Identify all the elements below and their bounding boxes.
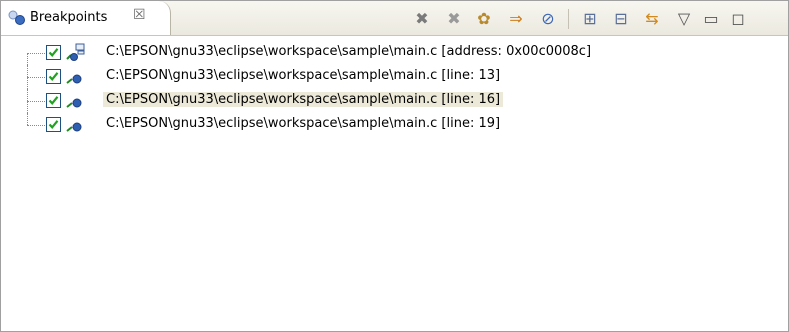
breakpoints-view: Breakpoints ☒ ✖ ✖ ✿ ⇒ ⊘ ⊞ ⊟ ⇆ ▽ ▭ ◻ C:\EPSON\gnu33… bbox=[0, 0, 789, 332]
remove-icon: ✖ bbox=[415, 9, 429, 28]
breakpoint-row[interactable]: C:\EPSON\gnu33\eclipse\workspace\sample\… bbox=[1, 113, 788, 137]
breakpoint-label: C:\EPSON\gnu33\eclipse\workspace\sample\… bbox=[106, 68, 501, 83]
collapse-all-icon: ⊟ bbox=[614, 9, 628, 28]
tree-connector-branch bbox=[27, 53, 45, 54]
breakpoint-row[interactable]: C:\EPSON\gnu33\eclipse\workspace\sample\… bbox=[1, 65, 788, 89]
maximize-button[interactable]: ◻ bbox=[727, 8, 749, 30]
enable-checkbox[interactable] bbox=[46, 93, 61, 108]
check-icon bbox=[48, 72, 59, 81]
view-menu-button[interactable]: ▽ bbox=[673, 8, 695, 30]
expand-all-icon: ⊞ bbox=[583, 9, 597, 28]
go-to-file-icon: ⇒ bbox=[509, 9, 523, 28]
address-breakpoint-icon bbox=[66, 43, 85, 61]
check-icon bbox=[48, 96, 59, 105]
view-menu-icon: ▽ bbox=[677, 9, 691, 28]
toolbar-separator bbox=[568, 9, 569, 29]
breakpoint-row[interactable]: C:\EPSON\gnu33\eclipse\workspace\sample\… bbox=[1, 89, 788, 113]
link-icon: ⇆ bbox=[645, 9, 659, 28]
breakpoints-icon bbox=[8, 10, 25, 25]
show-supported-breakpoints-button[interactable]: ✿ bbox=[473, 8, 495, 30]
gears-icon: ✿ bbox=[477, 9, 491, 28]
close-tab-icon[interactable]: ☒ bbox=[133, 7, 146, 23]
tree-connector-branch bbox=[27, 101, 45, 102]
minimize-icon: ▭ bbox=[703, 9, 719, 28]
breakpoint-row[interactable]: C:\EPSON\gnu33\eclipse\workspace\sample\… bbox=[1, 41, 788, 65]
expand-all-button[interactable]: ⊞ bbox=[579, 8, 601, 30]
check-icon bbox=[48, 120, 59, 129]
maximize-icon: ◻ bbox=[731, 9, 745, 28]
remove-breakpoint-button[interactable]: ✖ bbox=[411, 8, 433, 30]
remove-all-icon: ✖ bbox=[447, 9, 461, 28]
enable-checkbox[interactable] bbox=[46, 69, 61, 84]
enable-checkbox[interactable] bbox=[46, 117, 61, 132]
collapse-all-button[interactable]: ⊟ bbox=[610, 8, 632, 30]
skip-all-breakpoints-button[interactable]: ⊘ bbox=[537, 8, 559, 30]
tree-connector-branch bbox=[27, 125, 45, 126]
link-with-debug-view-button[interactable]: ⇆ bbox=[641, 8, 663, 30]
line-breakpoint-icon bbox=[66, 74, 82, 84]
breakpoint-label: C:\EPSON\gnu33\eclipse\workspace\sample\… bbox=[103, 92, 504, 107]
tree-connector bbox=[27, 53, 48, 65]
check-icon bbox=[48, 48, 59, 57]
minimize-button[interactable]: ▭ bbox=[700, 8, 722, 30]
view-header: Breakpoints ☒ ✖ ✖ ✿ ⇒ ⊘ ⊞ ⊟ ⇆ ▽ ▭ ◻ bbox=[1, 1, 788, 36]
line-breakpoint-icon bbox=[66, 98, 82, 108]
tab-title: Breakpoints bbox=[30, 10, 108, 25]
breakpoint-label: C:\EPSON\gnu33\eclipse\workspace\sample\… bbox=[106, 44, 592, 59]
remove-all-breakpoints-button[interactable]: ✖ bbox=[443, 8, 465, 30]
breakpoints-tab[interactable]: Breakpoints ☒ bbox=[1, 1, 171, 35]
enable-checkbox[interactable] bbox=[46, 45, 61, 60]
skip-icon: ⊘ bbox=[541, 9, 555, 28]
go-to-file-button[interactable]: ⇒ bbox=[505, 8, 527, 30]
tree-connector-branch bbox=[27, 77, 45, 78]
tree-connector bbox=[27, 113, 48, 125]
breakpoint-label: C:\EPSON\gnu33\eclipse\workspace\sample\… bbox=[106, 116, 501, 131]
line-breakpoint-icon bbox=[66, 122, 82, 132]
